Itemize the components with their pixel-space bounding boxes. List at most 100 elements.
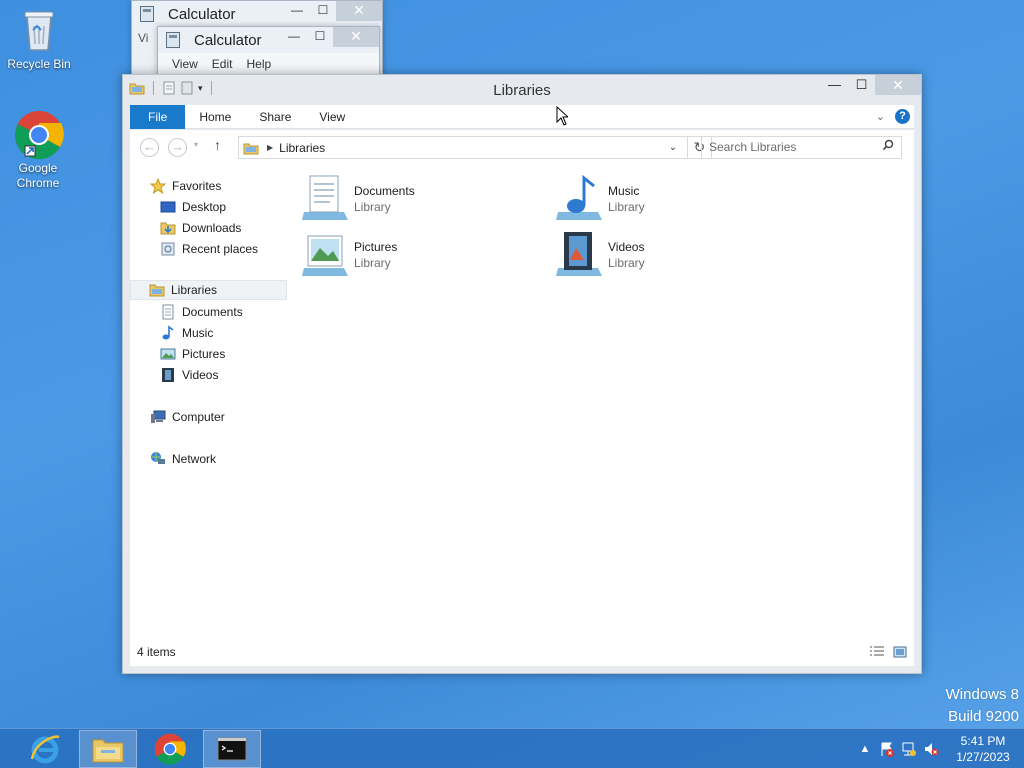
tile-name: Videos xyxy=(608,240,645,254)
up-button[interactable]: ↑ xyxy=(214,137,221,153)
calculator-back-menu-view[interactable]: Vi xyxy=(138,31,148,45)
calc-menu-edit[interactable]: Edit xyxy=(212,57,233,71)
search-input[interactable]: Search Libraries xyxy=(701,136,902,159)
tab-share[interactable]: Share xyxy=(245,105,305,129)
explorer-window[interactable]: ▾ Libraries — ☐ ✕ File Home Share View ⌄… xyxy=(122,74,922,674)
nav-videos[interactable]: Videos xyxy=(160,365,218,385)
address-dropdown-chevron-icon[interactable]: ⌄ xyxy=(659,137,687,158)
tile-subtitle: Library xyxy=(354,200,391,214)
calc-menu-help[interactable]: Help xyxy=(246,57,271,71)
tile-subtitle: Library xyxy=(354,256,391,270)
nav-favorites[interactable]: Favorites xyxy=(149,176,221,196)
search-icon[interactable] xyxy=(882,137,894,158)
explorer-titlebar[interactable]: ▾ Libraries — ☐ ✕ xyxy=(123,75,921,105)
desktop-icon-recycle-bin[interactable]: Recycle Bin xyxy=(4,6,74,72)
minimize-button[interactable]: — xyxy=(281,27,307,47)
calculator-front-title: Calculator xyxy=(194,31,262,49)
nav-documents[interactable]: Documents xyxy=(160,302,243,322)
navigation-pane: Favorites Desktop Downloads Recent place… xyxy=(130,164,290,636)
minimize-button[interactable]: — xyxy=(821,75,848,95)
large-icons-view-icon[interactable] xyxy=(893,645,907,659)
calc-menu-view[interactable]: View xyxy=(172,57,198,71)
library-tile-documents[interactable]: Documents Library xyxy=(300,174,540,226)
help-icon[interactable]: ? xyxy=(895,109,910,124)
nav-recent-places[interactable]: Recent places xyxy=(160,239,258,259)
nav-network[interactable]: Network xyxy=(150,449,216,469)
maximize-button[interactable]: ☐ xyxy=(307,27,333,47)
calculator-icon xyxy=(166,32,180,48)
nav-desktop[interactable]: Desktop xyxy=(160,197,226,217)
calculator-icon xyxy=(140,6,154,22)
expand-ribbon-chevron-icon[interactable]: ⌄ xyxy=(876,110,885,123)
action-center-flag-icon[interactable] xyxy=(876,739,898,759)
close-button[interactable]: ✕ xyxy=(875,75,921,95)
tab-file[interactable]: File xyxy=(130,104,186,129)
pictures-library-icon xyxy=(300,230,350,278)
breadcrumb-separator-icon[interactable]: ▶ xyxy=(267,143,273,152)
address-row: ← → ▾ ↑ ▶ Libraries ⌄ ↻ Search Libraries xyxy=(130,130,914,164)
music-library-icon xyxy=(554,174,604,222)
taskbar-clock[interactable]: 5:41 PM 1/27/2023 xyxy=(942,733,1024,765)
back-button[interactable]: ← xyxy=(140,138,159,157)
recent-places-icon xyxy=(160,241,176,257)
network-icon xyxy=(150,451,166,467)
minimize-button[interactable]: — xyxy=(284,1,310,21)
details-view-icon[interactable] xyxy=(869,645,885,659)
tab-home[interactable]: Home xyxy=(185,105,245,129)
chrome-icon xyxy=(154,733,186,765)
content-pane: Documents Library Music Library Pictures… xyxy=(300,164,914,636)
documents-library-icon xyxy=(300,174,350,222)
tile-name: Pictures xyxy=(354,240,398,254)
mouse-cursor-icon xyxy=(556,106,568,126)
nav-libraries[interactable]: Libraries xyxy=(130,280,287,300)
taskbar-internet-explorer[interactable] xyxy=(16,730,74,768)
watermark-line2: Build 9200 xyxy=(948,708,1019,725)
tab-view[interactable]: View xyxy=(305,105,359,129)
ribbon-tabs: File Home Share View ⌄ ? xyxy=(130,104,914,129)
nav-downloads[interactable]: Downloads xyxy=(160,218,241,238)
maximize-button[interactable]: ☐ xyxy=(848,75,875,95)
taskbar-chrome[interactable] xyxy=(141,730,199,768)
calculator-window-front[interactable]: Calculator — ☐ ✕ View Edit Help xyxy=(157,26,380,76)
show-hidden-icons-chevron-icon[interactable]: ▲ xyxy=(854,739,876,759)
close-button[interactable]: ✕ xyxy=(333,27,379,47)
pictures-icon xyxy=(160,346,176,362)
desktop-icon xyxy=(160,199,176,215)
nav-music[interactable]: Music xyxy=(160,323,213,343)
chrome-label-line1: Google xyxy=(18,161,58,175)
command-prompt-icon xyxy=(217,737,247,761)
taskbar-command-prompt[interactable] xyxy=(203,730,261,768)
address-bar[interactable]: ▶ Libraries ⌄ xyxy=(238,136,688,159)
recycle-bin-label: Recycle Bin xyxy=(7,57,71,71)
chrome-label-line2: Chrome xyxy=(16,176,60,190)
nav-pictures[interactable]: Pictures xyxy=(160,344,225,364)
close-button[interactable]: ✕ xyxy=(336,1,382,21)
network-status-icon[interactable] xyxy=(898,739,920,759)
recent-locations-chevron-icon[interactable]: ▾ xyxy=(194,140,198,149)
volume-muted-icon[interactable] xyxy=(920,739,942,759)
star-icon xyxy=(149,177,167,195)
explorer-body: Favorites Desktop Downloads Recent place… xyxy=(130,164,914,666)
taskbar-file-explorer[interactable] xyxy=(79,730,137,768)
nav-computer[interactable]: Computer xyxy=(150,407,225,427)
address-text[interactable]: Libraries xyxy=(279,141,325,155)
clock-time: 5:41 PM xyxy=(960,734,1006,748)
library-tile-videos[interactable]: Videos Library xyxy=(554,230,794,282)
videos-icon xyxy=(160,367,176,383)
maximize-button[interactable]: ☐ xyxy=(310,1,336,21)
tile-name: Music xyxy=(608,184,640,198)
item-count: 4 items xyxy=(137,645,176,659)
clock-date: 1/27/2023 xyxy=(956,750,1010,764)
library-tile-music[interactable]: Music Library xyxy=(554,174,794,226)
documents-icon xyxy=(160,304,176,320)
desktop-icon-google-chrome[interactable]: Google Chrome xyxy=(3,110,73,191)
library-tile-pictures[interactable]: Pictures Library xyxy=(300,230,540,282)
search-placeholder: Search Libraries xyxy=(709,140,797,154)
chrome-icon xyxy=(14,110,64,160)
forward-button[interactable]: → xyxy=(168,138,187,157)
window-title: Libraries xyxy=(493,82,551,99)
libraries-icon xyxy=(149,282,165,298)
tile-name: Documents xyxy=(354,184,415,198)
recycle-bin-icon xyxy=(15,6,63,54)
taskbar: ▲ 5:41 PM 1/27/2023 xyxy=(0,728,1024,768)
